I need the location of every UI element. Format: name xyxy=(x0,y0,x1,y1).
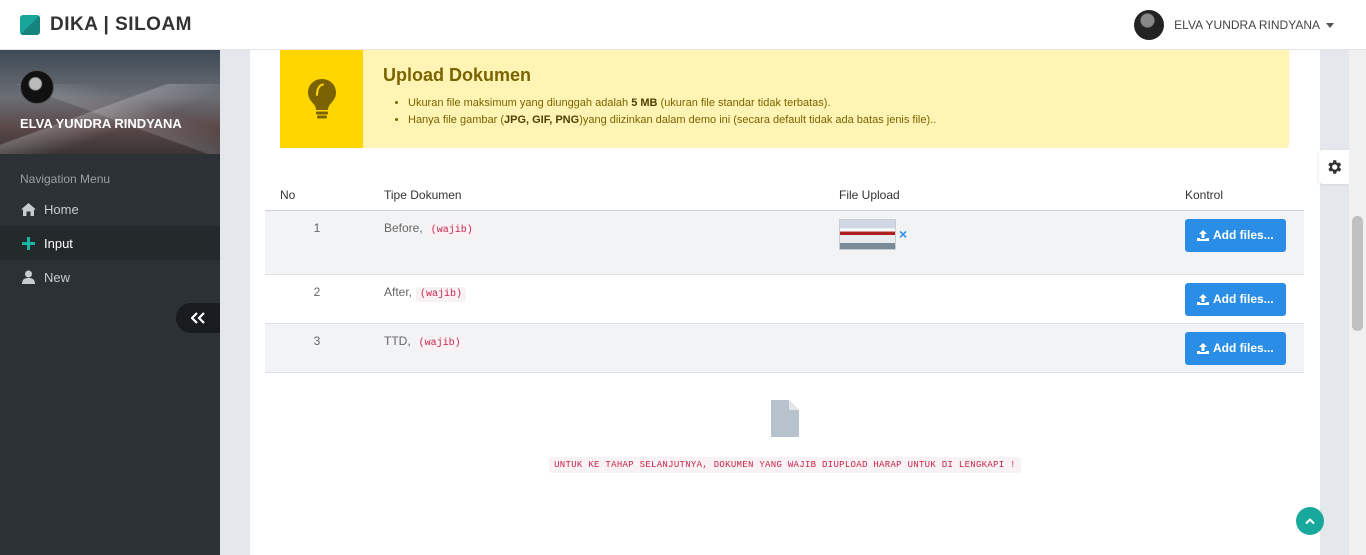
row-number: 3 xyxy=(313,333,321,348)
user-menu[interactable]: ELVA YUNDRA RINDYANA xyxy=(1134,10,1334,40)
nav-header: Navigation Menu xyxy=(20,172,111,186)
callout-item: Hanya file gambar (JPG, GIF, PNG)yang di… xyxy=(408,112,936,129)
row-number: 1 xyxy=(313,220,321,235)
required-tag: (wajib) xyxy=(414,335,465,351)
add-files-button[interactable]: Add files... xyxy=(1185,282,1286,316)
remove-file-icon[interactable]: × xyxy=(899,226,907,242)
sidebar-avatar xyxy=(20,70,54,104)
page-scrollbar[interactable] xyxy=(1349,50,1366,555)
gear-icon xyxy=(1328,160,1342,174)
brand[interactable]: DIKA | SILOAM xyxy=(20,14,192,36)
uploaded-thumbnail[interactable] xyxy=(839,218,896,250)
upload-info-callout: Upload Dokumen Ukuran file maksimum yang… xyxy=(280,50,1289,148)
user-icon xyxy=(20,269,36,285)
sidebar-item-label: New xyxy=(44,269,71,285)
sidebar-item-new[interactable]: New xyxy=(0,260,220,294)
chevron-up-icon xyxy=(1305,518,1315,525)
table-header-row: No Tipe Dokumen File Upload Kontrol xyxy=(265,180,1304,211)
sidebar-item-input[interactable]: Input xyxy=(0,226,220,260)
table-row: 1 Before, (wajib) × Add files... xyxy=(265,210,1304,275)
uploaded-file: × xyxy=(839,218,907,250)
plus-icon xyxy=(20,235,36,251)
sidebar-item-label: Home xyxy=(44,201,79,217)
avatar xyxy=(1134,10,1165,40)
scrollbar-thumb[interactable] xyxy=(1352,216,1363,331)
document-icon xyxy=(771,400,799,437)
upload-icon xyxy=(1197,342,1209,354)
empty-state: UNTUK KE TAHAP SELANJUTNYA, DOKUMEN YANG… xyxy=(250,400,1320,473)
header-tipe: Tipe Dokumen xyxy=(384,180,839,211)
app-title: DIKA | SILOAM xyxy=(50,14,192,35)
sidebar: ELVA YUNDRA RINDYANA Navigation Menu Hom… xyxy=(0,50,220,555)
upload-icon xyxy=(1197,229,1209,241)
required-tag: (wajib) xyxy=(426,222,477,238)
header-file: File Upload xyxy=(839,180,1185,211)
row-type: TTD, (wajib) xyxy=(384,324,465,351)
double-chevron-left-icon xyxy=(191,312,205,324)
sidebar-item-home[interactable]: Home xyxy=(0,192,220,226)
upload-icon xyxy=(1197,293,1209,305)
table-row: 2 After, (wajib) Add files... xyxy=(265,274,1304,324)
table-row: 3 TTD, (wajib) Add files... xyxy=(265,323,1304,373)
warning-message: UNTUK KE TAHAP SELANJUTNYA, DOKUMEN YANG… xyxy=(549,457,1021,473)
document-table: No Tipe Dokumen File Upload Kontrol 1 Be… xyxy=(265,180,1304,373)
sidebar-user-panel: ELVA YUNDRA RINDYANA xyxy=(0,50,220,154)
main-content: Upload Dokumen Ukuran file maksimum yang… xyxy=(250,50,1320,555)
add-files-button[interactable]: Add files... xyxy=(1185,218,1286,252)
callout-item: Ukuran file maksimum yang diunggah adala… xyxy=(408,95,936,112)
settings-toggle[interactable] xyxy=(1319,150,1349,184)
callout-title: Upload Dokumen xyxy=(383,65,532,85)
sidebar-collapse-button[interactable] xyxy=(176,303,220,333)
brand-logo-icon xyxy=(20,15,40,35)
home-icon xyxy=(20,201,36,217)
lightbulb-icon xyxy=(307,79,336,119)
back-to-top-button[interactable] xyxy=(1296,507,1324,535)
callout-icon-box xyxy=(280,50,363,148)
warning-message-wrap: UNTUK KE TAHAP SELANJUTNYA, DOKUMEN YANG… xyxy=(250,454,1320,473)
sidebar-user-name: ELVA YUNDRA RINDYANA xyxy=(20,116,182,131)
caret-down-icon xyxy=(1326,22,1334,28)
sidebar-item-label: Input xyxy=(44,235,73,251)
top-navbar: DIKA | SILOAM ELVA YUNDRA RINDYANA xyxy=(0,0,1366,50)
row-type: Before, (wajib) xyxy=(384,211,477,238)
row-type: After, (wajib) xyxy=(384,275,467,302)
header-kontrol: Kontrol xyxy=(1185,180,1304,211)
add-files-button[interactable]: Add files... xyxy=(1185,331,1286,365)
required-tag: (wajib) xyxy=(416,286,467,302)
user-name: ELVA YUNDRA RINDYANA xyxy=(1174,18,1320,32)
callout-list: Ukuran file maksimum yang diunggah adala… xyxy=(408,95,936,129)
header-no: No xyxy=(265,180,384,211)
row-number: 2 xyxy=(313,284,321,299)
